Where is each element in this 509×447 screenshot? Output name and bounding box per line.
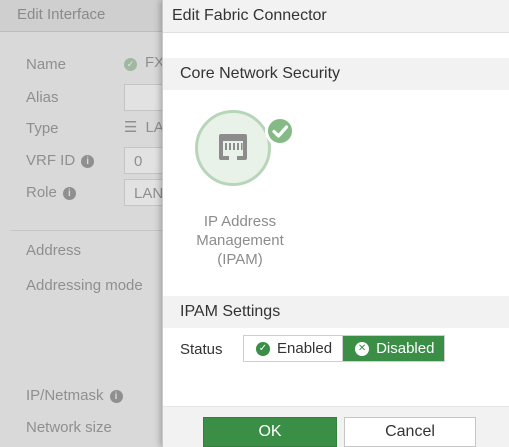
panel-footer: OK Cancel bbox=[163, 406, 509, 447]
connector-icon-circle bbox=[195, 110, 271, 186]
alias-label: Alias bbox=[26, 89, 59, 106]
ipam-settings-title: IPAM Settings bbox=[180, 303, 281, 320]
lan-type-icon: ☰ bbox=[124, 119, 138, 136]
status-enabled-option[interactable]: ✓ Enabled bbox=[244, 336, 344, 361]
info-icon: i bbox=[109, 390, 123, 403]
ipam-connector-label: IP Address Management (IPAM) bbox=[187, 212, 293, 269]
divider bbox=[10, 230, 162, 231]
status-up-icon: ✓ bbox=[124, 58, 137, 71]
status-label: Status bbox=[180, 341, 223, 358]
info-icon: i bbox=[81, 155, 95, 168]
status-toggle: ✓ Enabled ✕ Disabled bbox=[243, 335, 446, 362]
ipam-label-line-2: Management bbox=[196, 232, 284, 249]
check-badge-icon bbox=[265, 116, 295, 146]
status-disabled-option[interactable]: ✕ Disabled bbox=[343, 336, 445, 361]
address-section-label: Address bbox=[26, 242, 82, 259]
role-label-text: Role bbox=[26, 184, 57, 201]
ipam-label-line-3: (IPAM) bbox=[217, 251, 263, 268]
info-icon: i bbox=[62, 187, 76, 200]
role-label: Role i bbox=[26, 184, 76, 201]
cancel-button[interactable]: Cancel bbox=[344, 417, 476, 447]
x-circle-icon: ✕ bbox=[355, 341, 370, 356]
addressing-mode-label: Addressing mode bbox=[26, 277, 143, 294]
panel-header: Edit Fabric Connector bbox=[163, 0, 509, 33]
enabled-label: Enabled bbox=[277, 340, 333, 357]
ip-netmask-label-text: IP/Netmask bbox=[26, 387, 104, 404]
name-label: Name bbox=[26, 56, 67, 73]
vrf-id-label-text: VRF ID bbox=[26, 152, 76, 169]
panel-title: Edit Fabric Connector bbox=[172, 7, 327, 24]
ok-button[interactable]: OK bbox=[203, 417, 337, 447]
vrf-id-label: VRF ID i bbox=[26, 152, 95, 169]
ipam-connector-card[interactable]: IP Address Management (IPAM) bbox=[187, 106, 297, 271]
name-value: ✓ FX bbox=[124, 54, 164, 71]
type-value: ☰ LA bbox=[124, 118, 164, 136]
type-label: Type bbox=[26, 120, 59, 137]
disabled-label: Disabled bbox=[376, 340, 435, 357]
ipam-label-line-1: IP Address bbox=[203, 213, 277, 230]
background-header: Edit Interface bbox=[0, 0, 162, 32]
edit-fabric-connector-panel: Edit Fabric Connector Core Network Secur… bbox=[162, 0, 509, 447]
ethernet-port-icon bbox=[219, 134, 247, 160]
check-circle-icon: ✓ bbox=[256, 341, 270, 356]
core-network-security-title: Core Network Security bbox=[180, 65, 341, 82]
ipam-settings-header: IPAM Settings bbox=[163, 296, 509, 328]
background-page-title: Edit Interface bbox=[17, 6, 106, 23]
ip-netmask-label: IP/Netmask i bbox=[26, 387, 123, 404]
core-network-security-header: Core Network Security bbox=[163, 58, 509, 90]
network-size-label: Network size bbox=[26, 419, 112, 436]
